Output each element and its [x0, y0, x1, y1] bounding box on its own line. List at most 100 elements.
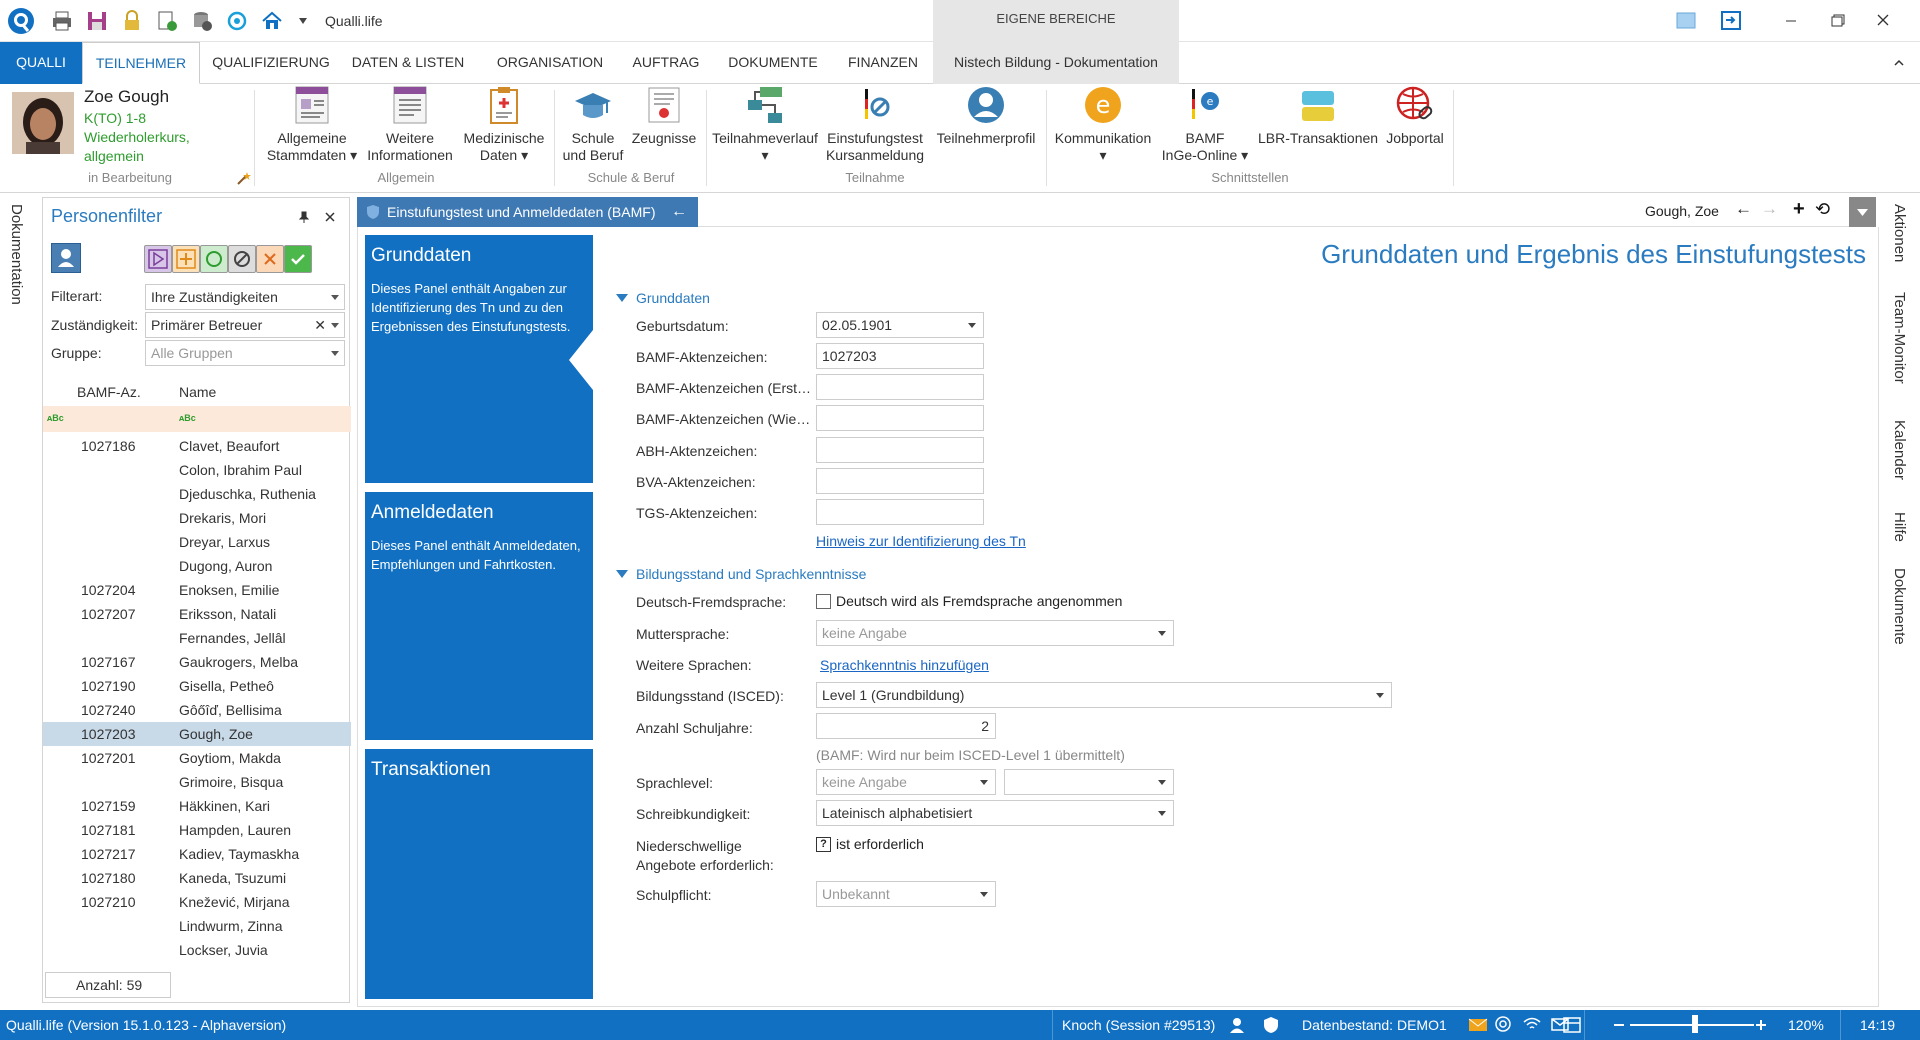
table-row[interactable]: Lindwurm, Zinna: [43, 914, 351, 938]
side-tab-dokumente[interactable]: Dokumente: [1891, 568, 1908, 645]
jobportal-button[interactable]: Jobportal: [1380, 84, 1450, 147]
tab-qualli[interactable]: QUALLI: [0, 42, 82, 84]
sprachlevel-select[interactable]: keine Angabe: [816, 769, 996, 795]
niederschwellige-checkbox-label[interactable]: ist erforderlich: [836, 836, 924, 852]
muttersprache-select[interactable]: keine Angabe: [816, 620, 1174, 646]
bamf-az-field[interactable]: 1027203: [816, 343, 984, 369]
filter-play-button[interactable]: [144, 245, 172, 273]
niederschwellige-checkbox[interactable]: ?: [816, 837, 831, 852]
side-tab-dokumentation[interactable]: Dokumentation: [8, 204, 25, 305]
table-row[interactable]: Colon, Ibrahim Paul: [43, 458, 351, 482]
document-check-icon[interactable]: [155, 9, 179, 33]
table-row[interactable]: 1027210 Knežević, Mirjana: [43, 890, 351, 914]
tab-nistech-dokumentation[interactable]: Nistech Bildung - Dokumentation: [933, 42, 1179, 84]
bamf-wie-field[interactable]: [816, 405, 984, 431]
database-icon[interactable]: [190, 9, 214, 33]
filter-row[interactable]: ᴀBᴄ ᴀBᴄ: [43, 406, 351, 432]
mail-icon[interactable]: [1468, 1016, 1488, 1034]
allgemeine-stammdaten-button[interactable]: Allgemeine Stammdaten ▾: [264, 84, 360, 164]
section-grunddaten[interactable]: Grunddaten: [616, 290, 710, 306]
reload-icon[interactable]: ⟲: [1815, 199, 1830, 220]
weitere-informationen-button[interactable]: Weitere Informationen: [366, 84, 454, 164]
filterart-select[interactable]: Ihre Zuständigkeiten: [145, 284, 345, 310]
quick-access-dropdown-icon[interactable]: [298, 16, 308, 26]
table-row[interactable]: Grimoire, Bisqua: [43, 770, 351, 794]
table-row[interactable]: 1027181 Hampden, Lauren: [43, 818, 351, 842]
table-row[interactable]: 1027203 Gough, Zoe: [43, 722, 351, 746]
zustaendigkeit-select[interactable]: Primärer Betreuer ✕: [145, 312, 345, 338]
tab-auftrag[interactable]: AUFTRAG: [626, 42, 706, 84]
tab-organisation[interactable]: ORGANISATION: [484, 42, 616, 84]
table-row[interactable]: Djeduschka, Ruthenia: [43, 482, 351, 506]
zoom-level[interactable]: 120%: [1788, 1017, 1824, 1033]
teilnahmeverlauf-button[interactable]: Teilnahmeverlauf ▾: [710, 84, 820, 164]
panel-anmeldedaten[interactable]: Anmeldedaten Dieses Panel enthält Anmeld…: [365, 492, 593, 740]
gruppe-select[interactable]: Alle Gruppen: [145, 340, 345, 366]
section-bildungsstand[interactable]: Bildungsstand und Sprachkenntnisse: [616, 566, 866, 582]
bva-field[interactable]: [816, 468, 984, 494]
filter-add-button[interactable]: [172, 245, 200, 273]
clear-icon[interactable]: ✕: [314, 313, 326, 337]
filter-cancel-button[interactable]: [256, 245, 284, 273]
table-row[interactable]: 1027201 Goytiom, Makda: [43, 746, 351, 770]
column-header-name[interactable]: Name: [179, 384, 216, 400]
print-icon[interactable]: [50, 9, 74, 33]
shield-icon[interactable]: [1262, 1016, 1280, 1034]
table-row[interactable]: 1027190 Gisella, Petheô: [43, 674, 351, 698]
next-arrow-icon[interactable]: →: [1761, 199, 1778, 219]
schreibkundigkeit-select[interactable]: Lateinisch alphabetisiert: [816, 800, 1174, 826]
table-row[interactable]: 1027186 Clavet, Beaufort: [43, 434, 351, 458]
tab-finanzen[interactable]: FINANZEN: [838, 42, 928, 84]
close-panel-icon[interactable]: [323, 210, 337, 224]
einstufungstest-kursanmeldung-button[interactable]: Einstufungstest Kursanmeldung: [822, 84, 928, 164]
app-logo-icon[interactable]: [6, 6, 36, 36]
user-icon[interactable]: [1228, 1016, 1246, 1034]
bamf-erst-field[interactable]: [816, 374, 984, 400]
back-arrow-icon[interactable]: ←: [671, 197, 687, 227]
table-row[interactable]: Dugong, Auron: [43, 554, 351, 578]
sprachlevel-detail-select[interactable]: [1004, 769, 1174, 795]
layout-icon[interactable]: [1562, 1016, 1582, 1034]
tab-daten-listen[interactable]: DATEN & LISTEN: [348, 42, 468, 84]
collapse-ribbon-icon[interactable]: [1892, 56, 1906, 70]
lock-icon[interactable]: [120, 9, 144, 33]
zoom-in-icon[interactable]: [1754, 1016, 1768, 1034]
column-header-bamf-az[interactable]: BAMF-Az.: [77, 384, 141, 400]
edit-wand-icon[interactable]: [236, 170, 252, 186]
geburtsdatum-field[interactable]: 02.05.1901: [816, 312, 984, 338]
schulpflicht-select[interactable]: Unbekannt: [816, 881, 996, 907]
zeugnisse-button[interactable]: Zeugnisse: [626, 84, 702, 147]
panel-grunddaten[interactable]: Grunddaten Dieses Panel enthält Angaben …: [365, 235, 593, 483]
filter-active-button[interactable]: [200, 245, 228, 273]
layout-toggle-icon[interactable]: [1670, 8, 1700, 34]
side-tab-hilfe[interactable]: Hilfe: [1891, 512, 1908, 542]
table-row[interactable]: Dreyar, Larxus: [43, 530, 351, 554]
person-filter-icon[interactable]: [51, 243, 81, 273]
document-tab[interactable]: Einstufungstest und Anmeldedaten (BAMF) …: [357, 197, 698, 227]
dropdown-icon[interactable]: [1849, 197, 1876, 227]
save-icon[interactable]: [85, 9, 109, 33]
add-icon[interactable]: +: [1793, 198, 1805, 221]
pin-icon[interactable]: [297, 210, 311, 224]
tab-dokumente[interactable]: DOKUMENTE: [718, 42, 828, 84]
home-icon[interactable]: [260, 9, 284, 33]
table-row[interactable]: Drekaris, Mori: [43, 506, 351, 530]
close-button[interactable]: [1868, 8, 1898, 34]
table-row[interactable]: Lockser, Juvia: [43, 938, 351, 962]
pin-window-icon[interactable]: [1716, 8, 1746, 34]
schule-und-beruf-button[interactable]: Schule und Beruf: [560, 84, 626, 164]
teilnehmerprofil-button[interactable]: Teilnehmerprofil: [932, 84, 1040, 147]
restore-button[interactable]: [1822, 8, 1852, 34]
filter-blocked-button[interactable]: [228, 245, 256, 273]
bildungsstand-select[interactable]: Level 1 (Grundbildung): [816, 682, 1392, 708]
at-icon[interactable]: [1494, 1015, 1512, 1033]
minimize-button[interactable]: [1776, 8, 1806, 34]
hinweis-link[interactable]: Hinweis zur Identifizierung des Tn: [816, 533, 1026, 549]
side-tab-kalender[interactable]: Kalender: [1891, 420, 1908, 480]
zoom-out-icon[interactable]: [1612, 1016, 1626, 1034]
table-row[interactable]: 1027217 Kadiev, Taymaskha: [43, 842, 351, 866]
wifi-icon[interactable]: [1522, 1015, 1542, 1033]
tab-qualifizierung[interactable]: QUALIFIZIERUNG: [206, 42, 336, 84]
previous-arrow-icon[interactable]: ←: [1735, 199, 1752, 219]
table-row[interactable]: Fernandes, Jellâl: [43, 626, 351, 650]
